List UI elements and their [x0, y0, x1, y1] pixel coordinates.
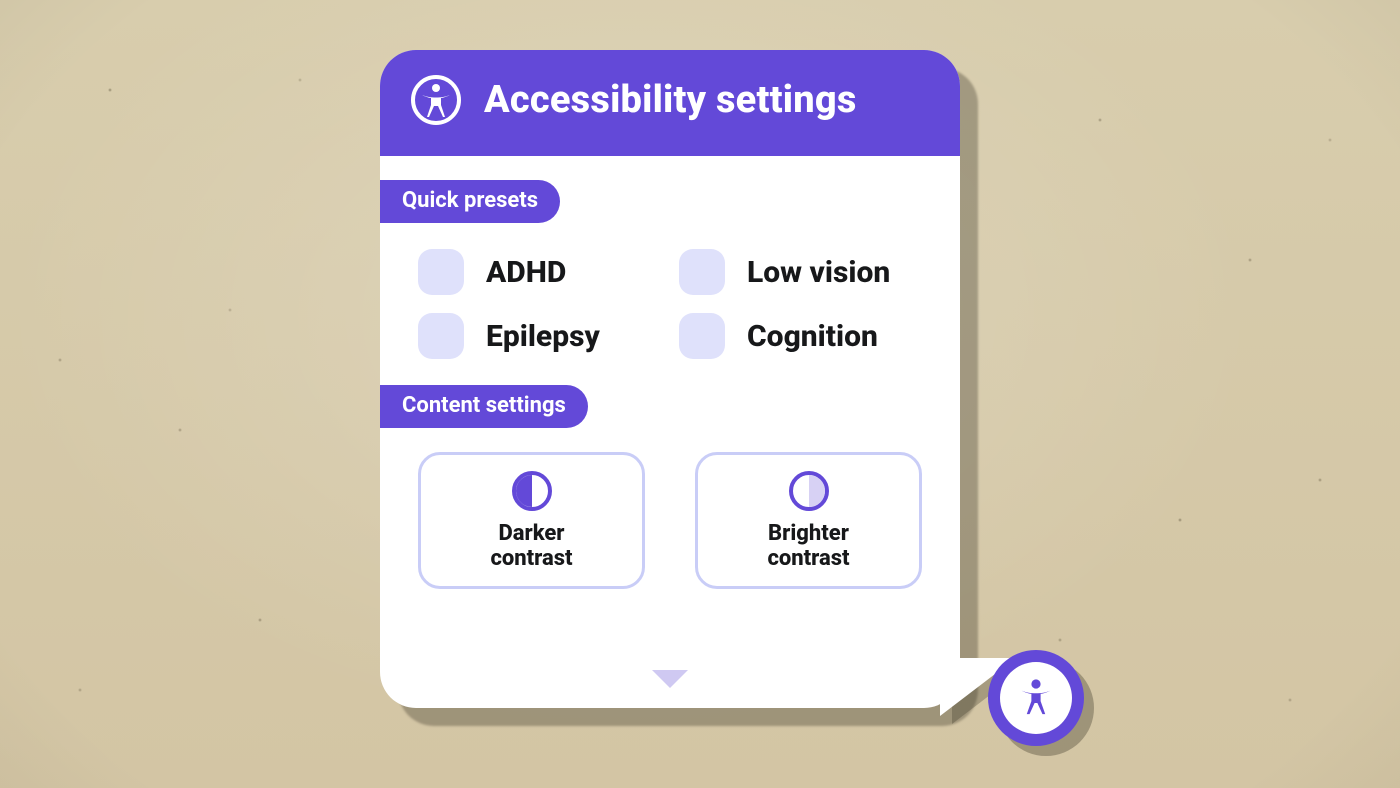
- accessibility-panel: Accessibility settings Quick presets ADH…: [380, 50, 960, 708]
- preset-label: ADHD: [486, 255, 566, 290]
- preset-label: Low vision: [747, 255, 890, 290]
- brighter-contrast-card[interactable]: Brighter contrast: [695, 452, 922, 589]
- scroll-caret-icon[interactable]: [652, 670, 688, 688]
- checkbox-icon: [418, 249, 464, 295]
- preset-grid: ADHD Low vision Epilepsy Cognition: [380, 223, 960, 371]
- contrast-dark-icon: [512, 471, 552, 511]
- preset-epilepsy[interactable]: Epilepsy: [418, 313, 661, 359]
- quick-presets-heading: Quick presets: [380, 180, 560, 223]
- preset-cognition[interactable]: Cognition: [679, 313, 922, 359]
- contrast-light-icon: [789, 471, 829, 511]
- darker-contrast-card[interactable]: Darker contrast: [418, 452, 645, 589]
- accessibility-fab[interactable]: [988, 650, 1084, 746]
- contrast-label: Darker contrast: [490, 521, 572, 572]
- quick-presets-section: Quick presets ADHD Low vision Epilepsy C…: [380, 166, 960, 371]
- preset-low-vision[interactable]: Low vision: [679, 249, 922, 295]
- header-divider: [380, 156, 960, 166]
- checkbox-icon: [679, 249, 725, 295]
- checkbox-icon: [418, 313, 464, 359]
- content-cards-row: Darker contrast Brighter contrast: [380, 428, 960, 589]
- contrast-label: Brighter contrast: [767, 521, 849, 572]
- fab-inner: [1000, 662, 1072, 734]
- content-settings-section: Content settings Darker contrast Brighte…: [380, 371, 960, 589]
- accessibility-icon: [1012, 672, 1060, 724]
- panel-header: Accessibility settings: [380, 50, 960, 156]
- checkbox-icon: [679, 313, 725, 359]
- preset-adhd[interactable]: ADHD: [418, 249, 661, 295]
- panel-title: Accessibility settings: [484, 78, 857, 122]
- preset-label: Epilepsy: [486, 319, 600, 354]
- accessibility-icon: [410, 74, 462, 126]
- content-settings-heading: Content settings: [380, 385, 588, 428]
- preset-label: Cognition: [747, 319, 878, 354]
